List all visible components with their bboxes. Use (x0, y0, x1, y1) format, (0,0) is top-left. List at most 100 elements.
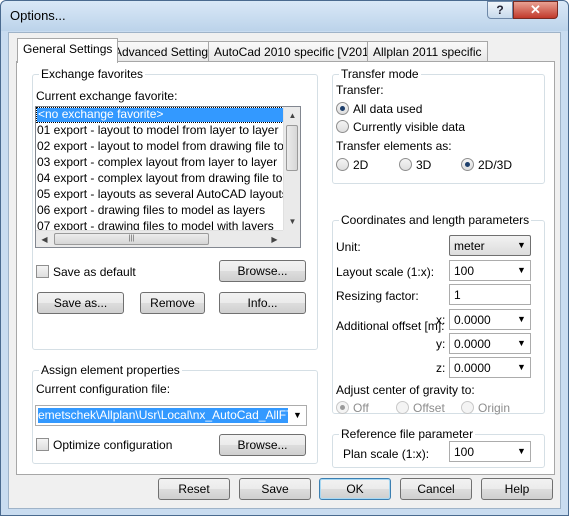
vertical-scrollbar[interactable]: ▲ ▼ (283, 107, 300, 230)
chevron-down-icon[interactable]: ▼ (513, 358, 530, 377)
reference-file-group: Reference file parameter Plan scale (1:x… (332, 427, 545, 468)
assign-properties-title: Assign element properties (39, 363, 182, 377)
radio-3d[interactable] (399, 158, 412, 171)
config-file-label: Current configuration file: (36, 382, 171, 396)
help-icon[interactable]: ? (487, 1, 513, 19)
transfer-mode-group: Transfer mode Transfer: All data used Cu… (332, 67, 545, 184)
config-file-combo[interactable]: emetschek\Allplan\Usr\Local\nx_AutoCad_A… (35, 405, 307, 426)
x-label: x: (436, 313, 446, 327)
offset-x-combo[interactable]: 0.0000 ▼ (449, 309, 531, 330)
current-exchange-label: Current exchange favorite: (36, 89, 178, 103)
remove-button[interactable]: Remove (140, 292, 205, 314)
tab-advanced-settings[interactable]: Advanced Settings (108, 41, 221, 62)
resizing-value: 1 (454, 288, 461, 302)
chevron-down-icon[interactable]: ▼ (513, 310, 530, 329)
unit-value: meter (454, 239, 485, 253)
general-settings-panel: Exchange favorites Current exchange favo… (16, 61, 555, 475)
list-item[interactable]: 01 export - layout to model from layer t… (36, 123, 300, 139)
all-data-radio[interactable] (336, 102, 349, 115)
info-button[interactable]: Info... (219, 292, 306, 314)
reference-file-title: Reference file parameter (339, 427, 476, 441)
window-title: Options... (10, 8, 66, 23)
radio-2d[interactable] (336, 158, 349, 171)
offset-z-value: 0.0000 (454, 361, 491, 375)
plan-scale-combo[interactable]: 100 ▼ (449, 441, 531, 462)
horizontal-scroll-thumb[interactable]: ||| (54, 233, 209, 245)
list-item[interactable]: 02 export - layout to model from drawing… (36, 139, 300, 155)
save-default-checkbox[interactable] (36, 265, 49, 278)
offset-z-combo[interactable]: 0.0000 ▼ (449, 357, 531, 378)
offset-y-value: 0.0000 (454, 337, 491, 351)
resizing-label: Resizing factor: (336, 289, 419, 303)
offset-y-combo[interactable]: 0.0000 ▼ (449, 333, 531, 354)
chevron-down-icon[interactable]: ▼ (513, 261, 530, 280)
plan-scale-label: Plan scale (1:x): (343, 447, 430, 461)
save-as-button[interactable]: Save as... (37, 292, 124, 314)
list-item[interactable]: 04 export - complex layout from drawing … (36, 171, 300, 187)
layout-scale-label: Layout scale (1:x): (336, 265, 435, 279)
gravity-origin-radio[interactable] (461, 401, 474, 414)
all-data-label: All data used (353, 102, 423, 116)
coordinates-title: Coordinates and length parameters (339, 213, 532, 227)
assign-properties-group: Assign element properties Current config… (32, 363, 318, 464)
chevron-down-icon[interactable]: ▼ (289, 406, 306, 425)
list-item[interactable]: 05 export - layouts as several AutoCAD l… (36, 187, 300, 203)
scroll-corner (283, 230, 300, 247)
browse-favorite-button[interactable]: Browse... (219, 260, 306, 282)
config-file-value: emetschek\Allplan\Usr\Local\nx_AutoCad_A… (38, 408, 288, 423)
scroll-left-icon[interactable]: ◀ (36, 231, 53, 247)
layout-scale-value: 100 (454, 264, 475, 278)
radio-2d3d[interactable] (461, 158, 474, 171)
tab-autocad-2010[interactable]: AutoCad 2010 specific [V2010] (208, 41, 385, 62)
list-item[interactable]: <no exchange favorite> (36, 107, 300, 123)
gravity-off-radio[interactable] (336, 401, 349, 414)
help-button[interactable]: Help (481, 478, 553, 500)
gravity-origin-label: Origin (478, 401, 511, 415)
unit-combo[interactable]: meter ▼ (449, 235, 531, 256)
reset-button[interactable]: Reset (158, 478, 230, 500)
close-icon[interactable]: ✕ (513, 1, 558, 19)
save-button[interactable]: Save (239, 478, 311, 500)
cancel-button[interactable]: Cancel (400, 478, 472, 500)
exchange-favorites-list[interactable]: <no exchange favorite> 01 export - layou… (35, 106, 301, 248)
tab-allplan-2011[interactable]: Allplan 2011 specific (367, 41, 488, 62)
title-bar[interactable]: Options... ? ✕ (1, 1, 568, 31)
chevron-down-icon[interactable]: ▼ (513, 442, 530, 461)
optimize-config-checkbox[interactable] (36, 438, 49, 451)
unit-label: Unit: (336, 240, 361, 254)
exchange-favorites-title: Exchange favorites (39, 67, 146, 81)
plan-scale-value: 100 (454, 445, 475, 459)
gravity-offset-label: Offset (413, 401, 445, 415)
offset-x-value: 0.0000 (454, 313, 491, 327)
visible-data-radio[interactable] (336, 120, 349, 133)
browse-config-button[interactable]: Browse... (219, 434, 306, 456)
chevron-down-icon[interactable]: ▼ (513, 236, 530, 255)
transfer-mode-title: Transfer mode (339, 67, 421, 81)
z-label: z: (436, 361, 446, 375)
gravity-off-label: Off (353, 401, 369, 415)
scroll-up-icon[interactable]: ▲ (284, 107, 300, 124)
dialog-client: General Settings Advanced Settings AutoC… (8, 32, 561, 509)
tab-general-settings[interactable]: General Settings (17, 38, 119, 63)
scroll-down-icon[interactable]: ▼ (284, 213, 300, 230)
transfer-label: Transfer: (336, 83, 384, 97)
offset-label: Additional offset [m]: (336, 319, 445, 333)
optimize-config-label: Optimize configuration (53, 438, 173, 452)
label-2d3d: 2D/3D (478, 158, 513, 172)
chevron-down-icon[interactable]: ▼ (513, 334, 530, 353)
save-default-label: Save as default (53, 265, 136, 279)
horizontal-scrollbar[interactable]: ◀ ||| ▶ (36, 230, 283, 247)
resizing-field[interactable]: 1 (449, 284, 531, 305)
list-item[interactable]: 06 export - drawing files to model as la… (36, 203, 300, 219)
ok-button[interactable]: OK (319, 478, 391, 500)
y-label: y: (436, 337, 446, 351)
layout-scale-combo[interactable]: 100 ▼ (449, 260, 531, 281)
scroll-right-icon[interactable]: ▶ (266, 231, 283, 247)
gravity-offset-radio[interactable] (396, 401, 409, 414)
label-2d: 2D (353, 158, 369, 172)
options-dialog: Options... ? ✕ General Settings Advanced… (0, 0, 569, 516)
transfer-elements-label: Transfer elements as: (336, 139, 452, 153)
label-3d: 3D (416, 158, 432, 172)
scroll-thumb[interactable] (286, 125, 298, 171)
list-item[interactable]: 03 export - complex layout from layer to… (36, 155, 300, 171)
